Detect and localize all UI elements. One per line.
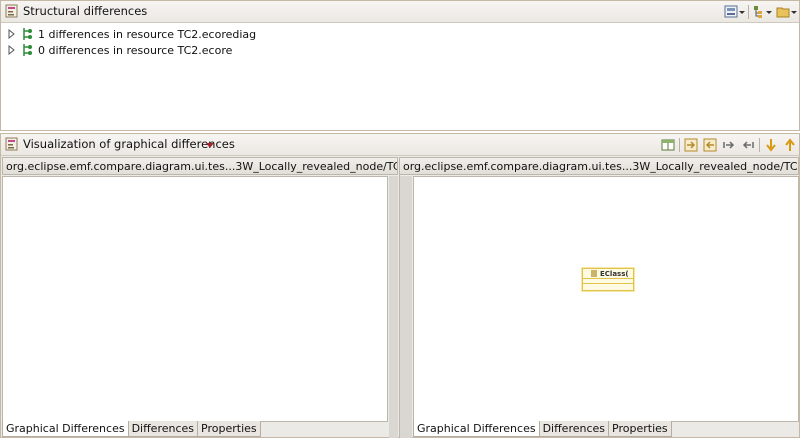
copy-all-left-to-right-button[interactable]: [722, 137, 736, 153]
export-icon: [724, 5, 745, 18]
copy-left-to-right-icon: [684, 138, 698, 152]
show-ancestor-button[interactable]: [661, 137, 675, 153]
resource-diff-icon: [23, 44, 32, 56]
group-by-menu-button[interactable]: [752, 4, 774, 20]
visualization-title: Visualization of graphical differences: [23, 137, 235, 151]
view-menu-icon[interactable]: [205, 141, 215, 149]
eclass-node-label: EClass(: [600, 269, 629, 278]
copy-right-to-left-button[interactable]: [703, 137, 717, 153]
left-path-bar: org.eclipse.emf.compare.diagram.ui.tes..…: [2, 157, 398, 175]
resource-diff-icon: [23, 28, 32, 40]
right-tab-folder: Graphical Differences Differences Proper…: [413, 421, 672, 437]
differences-tree: 1 differences in resource TC2.ecorediag …: [3, 25, 797, 58]
expand-arrow-icon[interactable]: [7, 29, 17, 39]
next-difference-icon: [766, 139, 776, 152]
left-vertical-scrollbar[interactable]: [389, 176, 398, 438]
left-diagram-canvas[interactable]: [2, 176, 388, 422]
tab-properties[interactable]: Properties: [608, 421, 672, 437]
tree-item[interactable]: 0 differences in resource TC2.ecore: [3, 42, 797, 58]
tab-differences[interactable]: Differences: [538, 421, 610, 437]
compare-editor-icon: [5, 4, 18, 18]
tree-item[interactable]: 1 differences in resource TC2.ecorediag: [3, 26, 797, 42]
visualization-header: Visualization of graphical differences: [1, 134, 799, 156]
show-ancestor-icon: [661, 139, 675, 151]
right-diagram-canvas[interactable]: [413, 176, 799, 422]
structural-differences-panel: Structural differences 1 differences in …: [0, 0, 800, 131]
eclass-icon: [591, 270, 597, 277]
copy-right-to-left-icon: [703, 138, 717, 152]
operations-compartment: [583, 284, 633, 289]
expand-arrow-icon[interactable]: [7, 45, 17, 55]
tree-item-label: 1 differences in resource TC2.ecorediag: [38, 27, 257, 41]
group-by-icon: [754, 6, 772, 18]
right-vertical-scrollbar[interactable]: [400, 176, 412, 438]
filter-menu-button[interactable]: [776, 4, 798, 20]
next-difference-button[interactable]: [764, 137, 778, 153]
copy-all-left-to-right-icon: [723, 141, 735, 149]
previous-difference-button[interactable]: [783, 137, 797, 153]
structural-differences-header: Structural differences: [1, 1, 799, 23]
export-menu-button[interactable]: [724, 4, 746, 20]
right-path-bar: org.eclipse.emf.compare.diagram.ui.tes..…: [399, 157, 799, 175]
visualization-panel: Visualization of graphical differences o…: [0, 133, 800, 438]
copy-all-right-to-left-button[interactable]: [741, 137, 755, 153]
tab-graphical-differences[interactable]: Graphical Differences: [2, 421, 129, 437]
copy-left-to-right-button[interactable]: [684, 137, 698, 153]
tab-differences[interactable]: Differences: [127, 421, 199, 437]
compare-editor-icon: [5, 137, 18, 151]
tab-graphical-differences[interactable]: Graphical Differences: [413, 421, 540, 437]
previous-difference-icon: [785, 138, 795, 151]
tab-properties[interactable]: Properties: [197, 421, 261, 437]
tree-item-label: 0 differences in resource TC2.ecore: [38, 43, 233, 57]
filter-icon: [776, 7, 797, 18]
left-tab-folder: Graphical Differences Differences Proper…: [2, 421, 261, 437]
structural-differences-title: Structural differences: [23, 4, 148, 18]
copy-all-right-to-left-icon: [742, 141, 754, 149]
eclass-node[interactable]: EClass(: [582, 268, 634, 291]
